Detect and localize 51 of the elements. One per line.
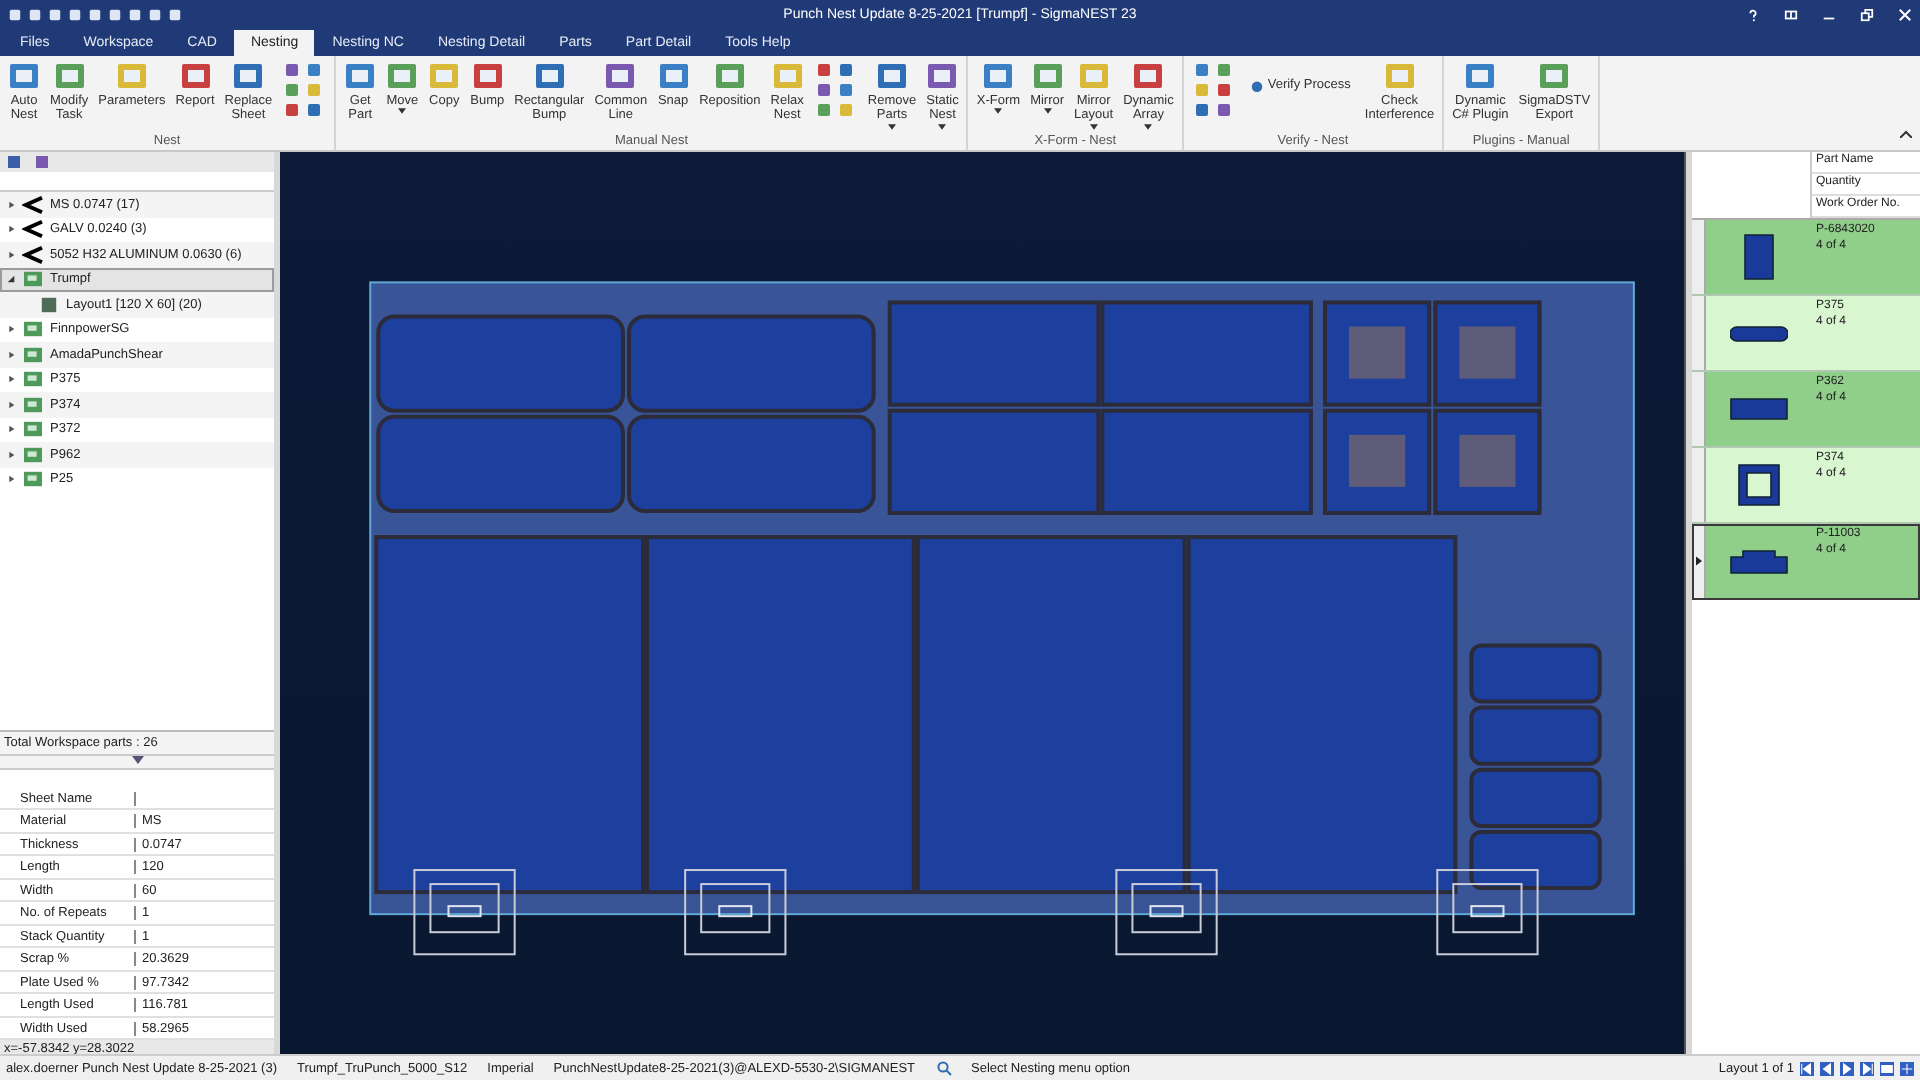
caret-icon — [888, 123, 897, 130]
tree-view-icon[interactable] — [6, 154, 22, 170]
expander-icon[interactable] — [6, 274, 16, 285]
machine-icon — [22, 320, 44, 339]
help-icon[interactable] — [1746, 7, 1760, 21]
current-row-icon — [1695, 556, 1701, 566]
tool-icon — [1249, 78, 1264, 92]
expander-icon[interactable] — [6, 199, 16, 210]
expander-icon[interactable] — [6, 474, 16, 485]
list-view-icon[interactable] — [34, 154, 50, 170]
caret-icon — [1043, 108, 1052, 115]
machine-icon — [22, 270, 44, 289]
layout-nav-button[interactable] — [1840, 1061, 1854, 1075]
restore-icon[interactable] — [1860, 7, 1874, 21]
expander-icon[interactable] — [6, 449, 16, 460]
layout-nav-button[interactable] — [1820, 1061, 1834, 1075]
caret-icon — [1089, 123, 1098, 130]
layout-nav-button[interactable] — [1860, 1061, 1874, 1075]
expander-icon[interactable] — [6, 249, 16, 260]
layout-nav-button[interactable] — [1900, 1061, 1914, 1075]
machine-icon — [22, 370, 44, 389]
caret-icon — [994, 108, 1003, 115]
window-layout-icon[interactable] — [1784, 7, 1798, 21]
part-thumbnail — [1744, 234, 1774, 280]
expander-icon[interactable] — [6, 424, 16, 435]
chevron-icon — [22, 220, 44, 239]
expander-icon[interactable] — [6, 224, 16, 235]
layout-nav-button[interactable] — [1880, 1061, 1894, 1075]
part-thumbnail — [1738, 464, 1780, 506]
chevron-icon — [22, 245, 44, 264]
expander-icon[interactable] — [6, 374, 16, 385]
caret-icon — [938, 123, 947, 130]
chevron-icon — [22, 195, 44, 214]
machine-icon — [22, 445, 44, 464]
caret-icon — [1144, 123, 1153, 130]
part-thumbnail — [1730, 398, 1788, 420]
expander-icon[interactable] — [6, 349, 16, 360]
caret-icon — [398, 108, 407, 115]
collapse-icon[interactable] — [1900, 130, 1912, 138]
part-thumbnail — [1730, 549, 1788, 573]
machine-icon — [22, 420, 44, 439]
machine-icon — [22, 395, 44, 414]
machine-icon — [22, 470, 44, 489]
close-icon[interactable] — [1898, 7, 1912, 21]
layout-nav-button[interactable] — [1800, 1061, 1814, 1075]
part-thumbnail — [1730, 325, 1788, 341]
machine-icon — [22, 345, 44, 364]
layout-icon — [38, 295, 60, 314]
search-icon — [935, 1060, 952, 1076]
expander-icon[interactable] — [6, 399, 16, 410]
expander-icon[interactable] — [6, 324, 16, 335]
